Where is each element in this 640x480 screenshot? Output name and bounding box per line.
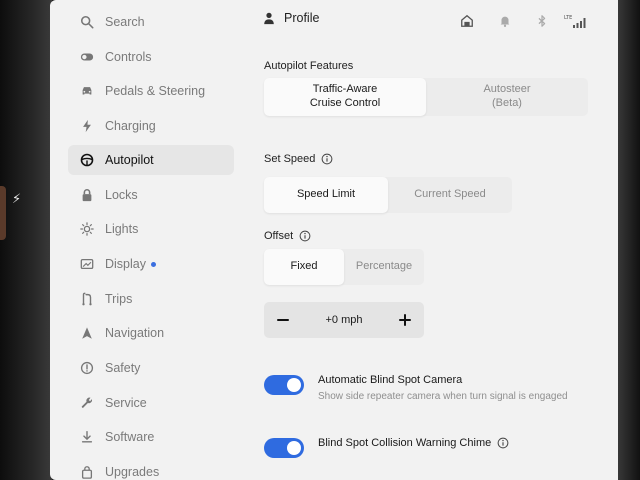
info-icon[interactable] (321, 153, 333, 165)
safety-icon (78, 359, 96, 377)
option-current-speed[interactable]: Current Speed (388, 177, 512, 213)
bell-icon[interactable] (498, 14, 512, 28)
option-autosteer-beta[interactable]: Autosteer (Beta) (426, 78, 588, 116)
sidebar-item-label: Safety (105, 361, 141, 375)
plus-icon (399, 314, 411, 326)
bluetooth-icon[interactable] (535, 14, 549, 28)
sidebar-item-service[interactable]: Service (68, 388, 234, 418)
bolt-icon: ⚡ (12, 192, 22, 207)
navigation-icon (78, 324, 96, 342)
autopilot-features-selector: Traffic-Aware Cruise Control Autosteer (… (264, 78, 588, 116)
profile-button[interactable]: Profile (262, 11, 319, 25)
option-fixed[interactable]: Fixed (264, 249, 344, 285)
profile-label: Profile (284, 11, 320, 25)
sidebar-item-upgrades[interactable]: Upgrades (68, 457, 234, 480)
offset-title: Offset (264, 230, 311, 242)
sidebar-item-display[interactable]: Display (68, 249, 234, 279)
sidebar-item-label: Locks (105, 188, 138, 202)
blind-spot-chime-toggle[interactable] (264, 438, 304, 458)
offset-value: +0 mph (325, 314, 363, 326)
home-icon[interactable] (460, 14, 474, 28)
lte-signal-icon: LTE (564, 14, 588, 28)
sidebar-item-label: Autopilot (105, 153, 154, 167)
sidebar-item-label: Pedals & Steering (105, 84, 206, 98)
display-icon (78, 255, 96, 273)
sidebar-item-label: Lights (105, 222, 139, 236)
autopilot-features-title: Autopilot Features (264, 60, 354, 72)
sidebar-item-safety[interactable]: Safety (68, 353, 234, 383)
right-bezel (616, 0, 640, 480)
settings-screen: Search Controls Pedals & Steering Chargi… (50, 0, 618, 480)
lock-icon (78, 186, 96, 204)
sidebar-item-label: Trips (105, 292, 133, 306)
sidebar-item-label: Navigation (105, 326, 165, 340)
cable-strap (0, 186, 6, 240)
bolt-icon (78, 117, 96, 135)
sidebar-item-search[interactable]: Search (68, 7, 234, 37)
wrench-icon (78, 394, 96, 412)
info-icon[interactable] (497, 437, 509, 449)
offset-selector: Fixed Percentage (264, 249, 424, 285)
increment-button[interactable] (396, 311, 414, 329)
sidebar-item-autopilot[interactable]: Autopilot (68, 145, 234, 175)
sidebar-item-trips[interactable]: Trips (68, 284, 234, 314)
blind-spot-chime-row: Blind Spot Collision Warning Chime (264, 437, 509, 458)
sidebar-item-software[interactable]: Software (68, 422, 234, 452)
sidebar-item-label: Search (105, 15, 145, 29)
sidebar-item-label: Controls (105, 50, 152, 64)
steering-wheel-icon (78, 151, 96, 169)
car-icon (78, 82, 96, 100)
offset-stepper: +0 mph (264, 302, 424, 338)
notification-dot (151, 262, 156, 267)
set-speed-title: Set Speed (264, 153, 333, 165)
toggle-knob (287, 441, 301, 455)
sidebar-item-controls[interactable]: Controls (68, 42, 234, 72)
sidebar-item-locks[interactable]: Locks (68, 180, 234, 210)
info-icon[interactable] (299, 230, 311, 242)
blind-spot-camera-label: Automatic Blind Spot Camera (318, 374, 463, 386)
blind-spot-chime-label: Blind Spot Collision Warning Chime (318, 437, 492, 449)
sidebar-item-label: Software (105, 430, 155, 444)
trips-icon (78, 290, 96, 308)
sidebar-item-label: Upgrades (105, 465, 160, 479)
sidebar-item-label: Service (105, 396, 147, 410)
minus-icon (277, 319, 289, 321)
sidebar-item-pedals-steering[interactable]: Pedals & Steering (68, 76, 234, 106)
sidebar-item-navigation[interactable]: Navigation (68, 318, 234, 348)
sidebar-item-label: Display (105, 257, 146, 271)
left-bezel: ⚡ (0, 0, 52, 480)
lte-label: LTE (564, 15, 572, 21)
set-speed-selector: Speed Limit Current Speed (264, 177, 512, 213)
sun-icon (78, 220, 96, 238)
sidebar-item-lights[interactable]: Lights (68, 214, 234, 244)
sidebar-item-charging[interactable]: Charging (68, 111, 234, 141)
option-speed-limit[interactable]: Speed Limit (264, 177, 388, 213)
blind-spot-camera-row: Automatic Blind Spot Camera Show side re… (264, 374, 568, 403)
blind-spot-camera-description: Show side repeater camera when turn sign… (318, 391, 568, 402)
bag-icon (78, 463, 96, 480)
option-percentage[interactable]: Percentage (344, 249, 424, 285)
download-icon (78, 428, 96, 446)
sidebar: Search Controls Pedals & Steering Chargi… (50, 0, 240, 480)
toggle-icon (78, 48, 96, 66)
search-icon (78, 13, 96, 31)
toggle-knob (287, 378, 301, 392)
blind-spot-chime-label-row: Blind Spot Collision Warning Chime (318, 437, 509, 449)
blind-spot-camera-toggle[interactable] (264, 375, 304, 395)
sidebar-item-label: Charging (105, 119, 156, 133)
decrement-button[interactable] (274, 311, 292, 329)
option-traffic-aware-cruise-control[interactable]: Traffic-Aware Cruise Control (264, 78, 426, 116)
person-icon (264, 12, 274, 25)
